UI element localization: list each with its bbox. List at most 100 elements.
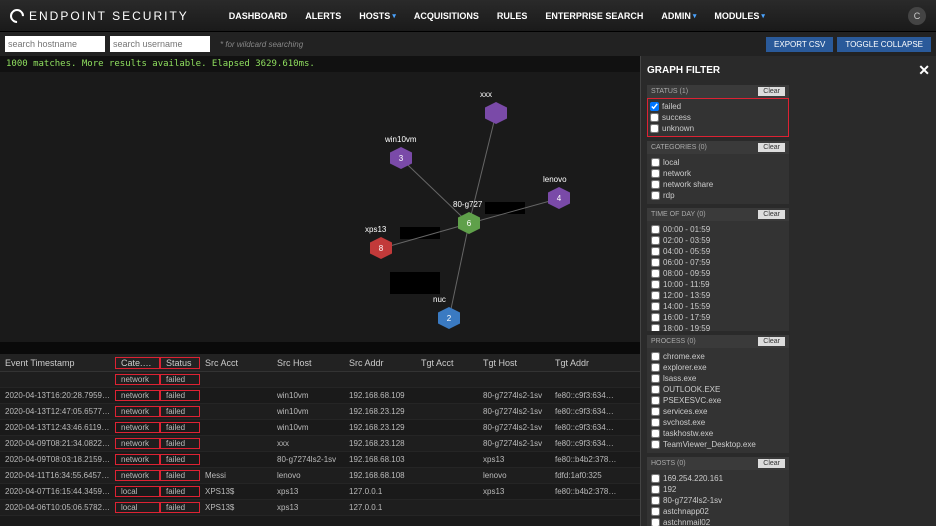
checkbox[interactable] bbox=[651, 429, 660, 438]
checkbox[interactable] bbox=[651, 258, 660, 267]
filter-item[interactable]: network share bbox=[651, 179, 785, 190]
checkbox[interactable] bbox=[651, 352, 660, 361]
filter-item[interactable]: 80-g7274ls2-1sv bbox=[651, 495, 785, 506]
filter-item[interactable]: success bbox=[650, 112, 786, 123]
checkbox[interactable] bbox=[651, 496, 660, 505]
graph-node[interactable]: 2 bbox=[438, 307, 460, 329]
cell: xxx bbox=[272, 439, 344, 448]
checkbox[interactable] bbox=[651, 169, 660, 178]
filter-item[interactable]: lsass.exe bbox=[651, 373, 785, 384]
filter-item[interactable]: rdp bbox=[651, 190, 785, 201]
filter-item[interactable]: 16:00 - 17:59 bbox=[651, 312, 785, 323]
checkbox[interactable] bbox=[651, 374, 660, 383]
filter-item[interactable]: chrome.exe bbox=[651, 351, 785, 362]
checkbox[interactable] bbox=[651, 440, 660, 449]
checkbox[interactable] bbox=[651, 280, 660, 289]
graph-node[interactable]: 6 bbox=[458, 212, 480, 234]
toggle-collapse-button[interactable]: TOGGLE COLLAPSE bbox=[837, 37, 931, 52]
checkbox[interactable] bbox=[651, 236, 660, 245]
graph-node[interactable] bbox=[485, 102, 507, 124]
filter-item[interactable]: 04:00 - 05:59 bbox=[651, 246, 785, 257]
filter-item[interactable]: astchnmail02 bbox=[651, 517, 785, 526]
checkbox[interactable] bbox=[651, 180, 660, 189]
checkbox[interactable] bbox=[651, 518, 660, 526]
search-username-input[interactable] bbox=[110, 36, 210, 52]
checkbox[interactable] bbox=[651, 191, 660, 200]
filter-item[interactable]: network bbox=[651, 168, 785, 179]
checkbox[interactable] bbox=[651, 313, 660, 322]
checkbox[interactable] bbox=[650, 102, 659, 111]
nav-hosts[interactable]: HOSTS▾ bbox=[359, 11, 396, 21]
checkbox[interactable] bbox=[650, 113, 659, 122]
col-header[interactable]: Src Host bbox=[272, 358, 344, 368]
checkbox[interactable] bbox=[651, 324, 660, 331]
col-header[interactable]: Cate... ↓ bbox=[115, 357, 160, 369]
checkbox[interactable] bbox=[651, 474, 660, 483]
filter-categories: CATEGORIES (0)Clearlocalnetworknetwork s… bbox=[647, 141, 789, 204]
nav-enterprise search[interactable]: ENTERPRISE SEARCH bbox=[545, 11, 643, 21]
checkbox[interactable] bbox=[651, 269, 660, 278]
col-header[interactable]: Event Timestamp bbox=[0, 358, 115, 368]
filter-item[interactable]: taskhostw.exe bbox=[651, 428, 785, 439]
cell: 2020-04-13T16:20:28.795979Z bbox=[0, 391, 115, 400]
filter-item[interactable]: 00:00 - 01:59 bbox=[651, 224, 785, 235]
filter-item[interactable]: 12:00 - 13:59 bbox=[651, 290, 785, 301]
checkbox[interactable] bbox=[651, 291, 660, 300]
col-header[interactable]: Tgt Acct bbox=[416, 358, 478, 368]
filter-item[interactable]: PSEXESVC.exe bbox=[651, 395, 785, 406]
filter-item[interactable]: 192 bbox=[651, 484, 785, 495]
checkbox[interactable] bbox=[650, 124, 659, 133]
checkbox[interactable] bbox=[651, 507, 660, 516]
filter-item[interactable]: 18:00 - 19:59 bbox=[651, 323, 785, 331]
close-icon[interactable]: ✕ bbox=[918, 62, 930, 79]
filter-item[interactable]: local bbox=[651, 157, 785, 168]
filter-item[interactable]: unknown bbox=[650, 123, 786, 134]
clear-button[interactable]: Clear bbox=[758, 210, 785, 219]
checkbox[interactable] bbox=[651, 396, 660, 405]
export-csv-button[interactable]: EXPORT CSV bbox=[766, 37, 833, 52]
filter-item[interactable]: 02:00 - 03:59 bbox=[651, 235, 785, 246]
clear-button[interactable]: Clear bbox=[758, 459, 785, 468]
filter-item[interactable]: svchost.exe bbox=[651, 417, 785, 428]
filter-item[interactable]: TeamViewer_Desktop.exe bbox=[651, 439, 785, 450]
nav-acquisitions[interactable]: ACQUISITIONS bbox=[414, 11, 479, 21]
col-header[interactable]: Status bbox=[160, 357, 200, 369]
col-header[interactable]: Tgt Host bbox=[478, 358, 550, 368]
filter-item[interactable]: 10:00 - 11:59 bbox=[651, 279, 785, 290]
clear-button[interactable]: Clear bbox=[758, 143, 785, 152]
filter-item[interactable]: services.exe bbox=[651, 406, 785, 417]
avatar[interactable]: C bbox=[908, 7, 926, 25]
nav-alerts[interactable]: ALERTS bbox=[305, 11, 341, 21]
checkbox[interactable] bbox=[651, 485, 660, 494]
checkbox[interactable] bbox=[651, 225, 660, 234]
nav-modules[interactable]: MODULES▾ bbox=[714, 11, 765, 21]
checkbox[interactable] bbox=[651, 363, 660, 372]
clear-button[interactable]: Clear bbox=[758, 337, 785, 346]
checkbox[interactable] bbox=[651, 247, 660, 256]
checkbox[interactable] bbox=[651, 385, 660, 394]
nav-rules[interactable]: RULES bbox=[497, 11, 528, 21]
nav-admin[interactable]: ADMIN▾ bbox=[661, 11, 696, 21]
filter-item[interactable]: astchnapp02 bbox=[651, 506, 785, 517]
graph-node[interactable]: 8 bbox=[370, 237, 392, 259]
col-header[interactable]: Src Addr bbox=[344, 358, 416, 368]
graph-node[interactable]: 4 bbox=[548, 187, 570, 209]
nav-dashboard[interactable]: DASHBOARD bbox=[229, 11, 288, 21]
filter-item[interactable]: failed bbox=[650, 101, 786, 112]
col-header[interactable]: Tgt Addr bbox=[550, 358, 622, 368]
cell: failed bbox=[160, 390, 200, 401]
filter-item[interactable]: OUTLOOK.EXE bbox=[651, 384, 785, 395]
checkbox[interactable] bbox=[651, 302, 660, 311]
checkbox[interactable] bbox=[651, 418, 660, 427]
filter-item[interactable]: 08:00 - 09:59 bbox=[651, 268, 785, 279]
filter-item[interactable]: 14:00 - 15:59 bbox=[651, 301, 785, 312]
col-header[interactable]: Src Acct bbox=[200, 358, 272, 368]
checkbox[interactable] bbox=[651, 407, 660, 416]
search-hostname-input[interactable] bbox=[5, 36, 105, 52]
graph-node[interactable]: 3 bbox=[390, 147, 412, 169]
checkbox[interactable] bbox=[651, 158, 660, 167]
filter-item[interactable]: 169.254.220.161 bbox=[651, 473, 785, 484]
clear-button[interactable]: Clear bbox=[758, 87, 785, 96]
filter-item[interactable]: explorer.exe bbox=[651, 362, 785, 373]
filter-item[interactable]: 06:00 - 07:59 bbox=[651, 257, 785, 268]
